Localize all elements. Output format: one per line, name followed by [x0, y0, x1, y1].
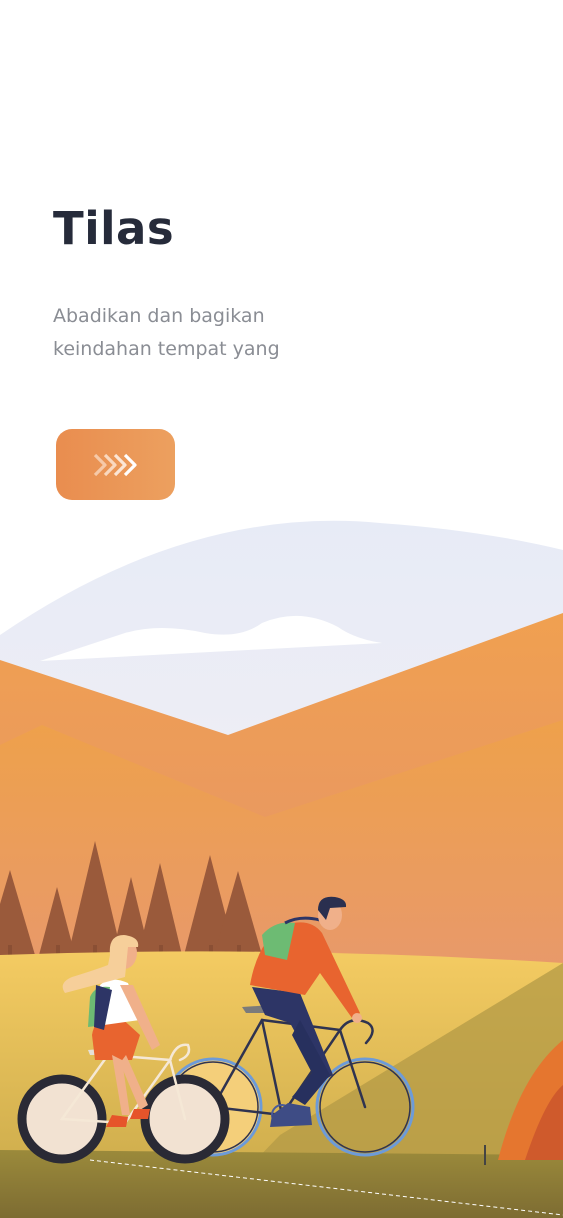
next-button[interactable] [56, 429, 175, 500]
chevron-triple-right-icon [93, 451, 139, 479]
cyclists-landscape-illustration [0, 520, 563, 1218]
app-tagline: Abadikan dan bagikan keindahan tempat ya… [53, 305, 280, 360]
onboarding-screen: Tilas Abadikan dan bagikan keindahan tem… [0, 0, 563, 1218]
app-title: Tilas [53, 202, 175, 255]
